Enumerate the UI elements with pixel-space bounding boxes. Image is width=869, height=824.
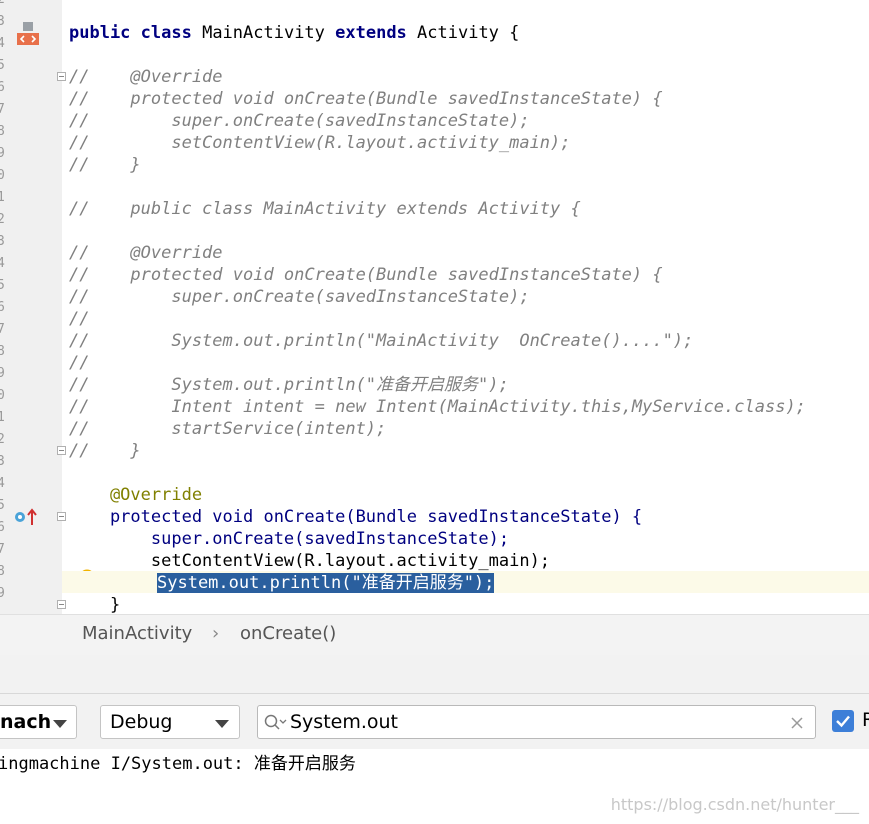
code-line-comment[interactable]: // } <box>69 154 141 176</box>
line-number: 9 <box>0 366 5 381</box>
code-line-comment[interactable]: // <box>69 308 89 330</box>
device-dropdown-label: nach <box>0 711 52 733</box>
code-line-method-declaration[interactable]: protected void onCreate(Bundle savedInst… <box>69 506 642 528</box>
selected-text: System.out.println("准备开启服务"); <box>157 573 495 593</box>
log-level-label: Debug <box>110 711 173 733</box>
line-number: 3 <box>0 14 5 29</box>
line-number: 0 <box>0 168 5 183</box>
logcat-search-input[interactable] <box>290 710 770 734</box>
code-line-comment[interactable]: // @Override <box>69 242 223 264</box>
line-number: 2 <box>0 432 5 447</box>
editor-gutter: 2 3 4 5 6 7 8 9 0 1 2 3 4 5 6 7 8 9 0 1 … <box>0 0 95 614</box>
line-number: 8 <box>0 564 5 579</box>
fold-marker-icon[interactable] <box>57 512 66 521</box>
code-line-comment[interactable]: // public class MainActivity extends Act… <box>69 198 581 220</box>
device-dropdown[interactable]: nach <box>0 705 77 739</box>
logcat-header <box>0 655 869 694</box>
checkmark-icon <box>836 715 850 728</box>
line-number: 9 <box>0 146 5 161</box>
chevron-down-icon <box>53 720 67 728</box>
code-line-comment[interactable]: // <box>69 352 89 374</box>
line-number: 0 <box>0 388 5 403</box>
logcat-toolbar: nach Debug R <box>0 694 869 749</box>
code-line-comment[interactable]: // super.onCreate(savedInstanceState); <box>69 110 530 132</box>
line-number: 7 <box>0 322 5 337</box>
code-line-comment[interactable]: // protected void onCreate(Bundle savedI… <box>69 264 663 286</box>
watermark: https://blog.csdn.net/hunter___ <box>610 795 859 814</box>
code-editor[interactable]: 2 3 4 5 6 7 8 9 0 1 2 3 4 5 6 7 8 9 0 1 … <box>0 0 869 614</box>
code-line-comment[interactable]: // } <box>69 440 141 462</box>
code-line-comment[interactable]: // startService(intent); <box>69 418 386 440</box>
code-line-closing-brace[interactable]: } <box>69 594 120 614</box>
logcat-output[interactable]: ingmachine I/System.out: 准备开启服务 https://… <box>0 749 869 824</box>
line-number: 9 <box>0 586 5 601</box>
line-number: 3 <box>0 454 5 469</box>
log-line[interactable]: ingmachine I/System.out: 准备开启服务 <box>0 749 356 774</box>
line-number: 6 <box>0 80 5 95</box>
code-line-comment[interactable]: // System.out.println("MainActivity OnCr… <box>69 330 693 352</box>
code-line[interactable] <box>0 0 69 11</box>
line-number: 8 <box>0 344 5 359</box>
line-number: 5 <box>0 498 5 513</box>
code-line-class-declaration[interactable]: public class MainActivity extends Activi… <box>69 22 519 44</box>
fold-marker-icon[interactable] <box>57 446 66 455</box>
code-line-set-content-view[interactable]: setContentView(R.layout.activity_main); <box>69 550 550 572</box>
line-number: 5 <box>0 58 5 73</box>
line-number: 6 <box>0 520 5 535</box>
code-line-comment[interactable]: // protected void onCreate(Bundle savedI… <box>69 88 663 110</box>
line-number: 8 <box>0 124 5 139</box>
logcat-search-box[interactable] <box>257 705 816 739</box>
line-number: 4 <box>0 476 5 491</box>
clear-search-icon[interactable] <box>790 716 804 730</box>
line-number: 2 <box>0 212 5 227</box>
code-line-comment[interactable]: // System.out.println("准备开启服务"); <box>69 374 509 396</box>
code-line-selected-println[interactable]: System.out.println("准备开启服务"); <box>69 572 495 594</box>
regex-label: R <box>862 709 869 731</box>
java-class-icon <box>17 22 39 45</box>
line-number: 3 <box>0 234 5 249</box>
chevron-down-icon <box>215 720 229 728</box>
breadcrumb: MainActivity › onCreate() <box>0 614 869 655</box>
search-icon[interactable] <box>264 714 288 732</box>
code-line-comment[interactable]: // @Override <box>69 66 223 88</box>
breadcrumb-item-class[interactable]: MainActivity <box>82 623 192 644</box>
code-line-super-call[interactable]: super.onCreate(savedInstanceState); <box>69 528 509 550</box>
override-marker-icon[interactable] <box>13 507 39 527</box>
code-line-comment[interactable]: // setContentView(R.layout.activity_main… <box>69 132 571 154</box>
line-number: 4 <box>0 36 5 51</box>
line-number: 7 <box>0 542 5 557</box>
fold-marker-icon[interactable] <box>57 72 66 81</box>
code-line-comment[interactable]: // Intent intent = new Intent(MainActivi… <box>69 396 806 418</box>
log-level-dropdown[interactable]: Debug <box>100 705 240 739</box>
line-number: 4 <box>0 256 5 271</box>
line-number: 1 <box>0 190 5 205</box>
line-number: 5 <box>0 278 5 293</box>
code-line-annotation[interactable]: @Override <box>69 484 202 506</box>
breadcrumb-item-method[interactable]: onCreate() <box>240 623 336 644</box>
breadcrumb-separator-icon: › <box>212 623 220 644</box>
line-number: 7 <box>0 102 5 117</box>
fold-marker-icon[interactable] <box>57 600 66 609</box>
line-number: 6 <box>0 300 5 315</box>
regex-checkbox[interactable] <box>832 710 854 732</box>
line-number: 1 <box>0 410 5 425</box>
code-line-comment[interactable]: // super.onCreate(savedInstanceState); <box>69 286 530 308</box>
